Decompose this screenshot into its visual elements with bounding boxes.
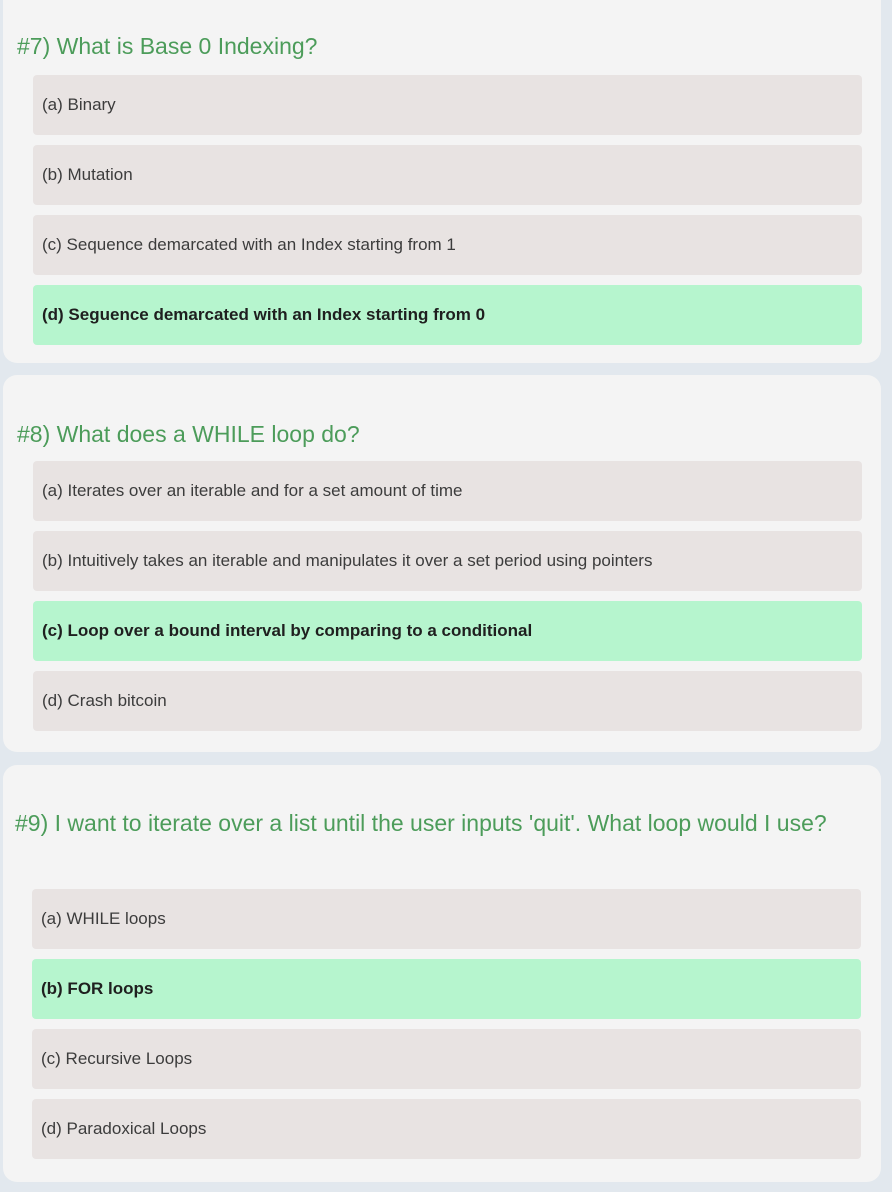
question-title-7: #7) What is Base 0 Indexing? bbox=[17, 27, 851, 65]
question-text: I want to iterate over a list until the … bbox=[54, 810, 827, 836]
question-card-7: #7) What is Base 0 Indexing? (a) Binary … bbox=[3, 0, 881, 363]
question-number: #9) bbox=[15, 810, 49, 836]
question-card-8: #8) What does a WHILE loop do? (a) Itera… bbox=[3, 375, 881, 752]
option-d[interactable]: (d) Paradoxical Loops bbox=[32, 1099, 861, 1159]
question-number: #8) bbox=[17, 421, 51, 447]
question-number: #7) bbox=[17, 33, 51, 59]
option-c[interactable]: (c) Sequence demarcated with an Index st… bbox=[33, 215, 862, 275]
option-b[interactable]: (b) Intuitively takes an iterable and ma… bbox=[33, 531, 862, 591]
option-b-correct[interactable]: (b) FOR loops bbox=[32, 959, 861, 1019]
option-d[interactable]: (d) Crash bitcoin bbox=[33, 671, 862, 731]
option-d-correct[interactable]: (d) Seguence demarcated with an Index st… bbox=[33, 285, 862, 345]
option-b[interactable]: (b) Mutation bbox=[33, 145, 862, 205]
question-text: What does a WHILE loop do? bbox=[56, 421, 360, 447]
question-text: What is Base 0 Indexing? bbox=[56, 33, 318, 59]
option-c-correct[interactable]: (c) Loop over a bound interval by compar… bbox=[33, 601, 862, 661]
option-a[interactable]: (a) WHILE loops bbox=[32, 889, 861, 949]
question-title-9: #9) I want to iterate over a list until … bbox=[15, 804, 851, 842]
option-a[interactable]: (a) Iterates over an iterable and for a … bbox=[33, 461, 862, 521]
option-c[interactable]: (c) Recursive Loops bbox=[32, 1029, 861, 1089]
option-a[interactable]: (a) Binary bbox=[33, 75, 862, 135]
question-card-9: #9) I want to iterate over a list until … bbox=[3, 765, 881, 1182]
question-title-8: #8) What does a WHILE loop do? bbox=[17, 415, 851, 453]
